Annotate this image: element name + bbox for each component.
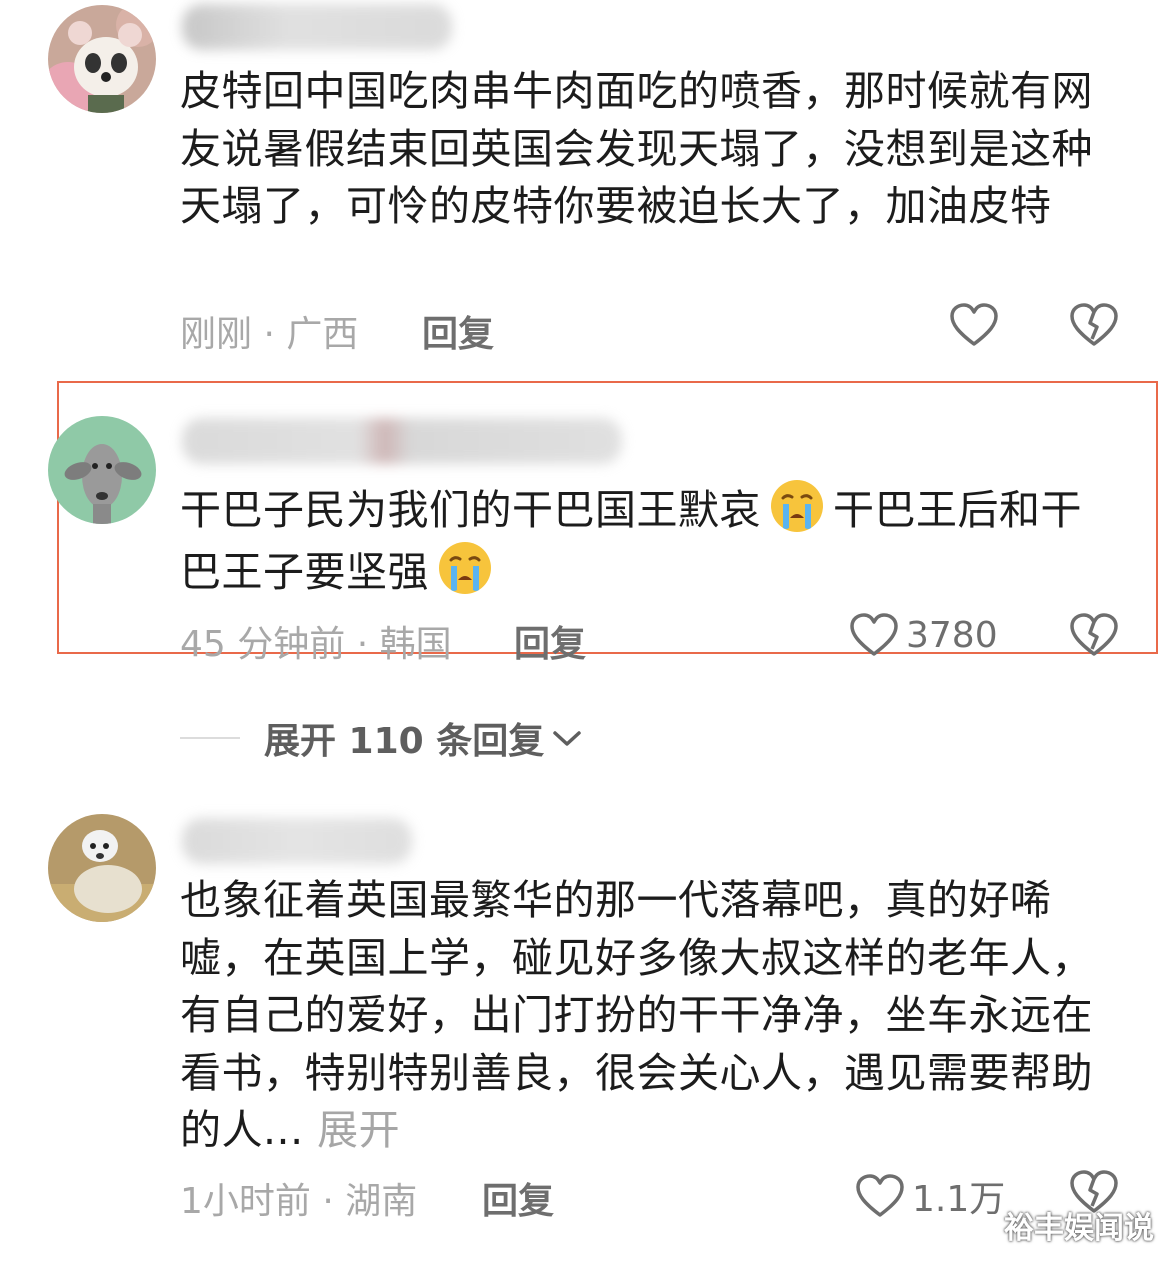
sheep-avatar-icon[interactable] — [48, 814, 156, 922]
like-button[interactable]: 1.1万 — [856, 1170, 1005, 1222]
username-blurred[interactable] — [182, 818, 412, 864]
broken-heart-icon — [1070, 613, 1118, 656]
dislike-button[interactable] — [1070, 303, 1118, 351]
comment-text: 皮特回中国吃肉串牛肉面吃的喷香，那时候就有网友说暑假结束回英国会发现天塌了，没想… — [180, 67, 1093, 230]
username-blurred[interactable] — [182, 4, 452, 50]
crying-face-icon — [771, 480, 823, 532]
dislike-button[interactable] — [1070, 613, 1118, 661]
heart-icon — [856, 1174, 904, 1217]
like-button[interactable] — [950, 303, 998, 347]
comment-text-part1: 干巴子民为我们的干巴国王默哀 — [180, 486, 761, 534]
comment-text: 也象征着英国最繁华的那一代落幕吧，真的好唏嘘，在英国上学，碰见好多像大叔这样的老… — [180, 872, 1100, 1160]
comment-meta: 1小时前 · 湖南 — [180, 1181, 418, 1222]
chevron-down-icon — [553, 731, 581, 746]
expand-text-button[interactable]: 展开 — [317, 1106, 400, 1154]
reply-button[interactable]: 回复 — [422, 305, 494, 357]
broken-heart-icon — [1070, 303, 1118, 346]
watermark-text: 裕丰娱闻说 — [1004, 1211, 1154, 1246]
heart-icon — [850, 613, 898, 656]
crying-face-icon — [439, 541, 491, 594]
expand-replies-label: 展开 110 条回复 — [264, 721, 545, 762]
comment-meta: 刚刚 · 广西 — [180, 314, 359, 355]
panda-avatar-icon[interactable] — [48, 5, 156, 113]
dog-avatar-icon[interactable] — [48, 416, 156, 524]
reply-button[interactable]: 回复 — [514, 615, 586, 667]
comment-meta: 45 分钟前 · 韩国 — [180, 624, 452, 665]
like-count: 3780 — [906, 614, 998, 656]
like-button[interactable]: 3780 — [850, 613, 998, 657]
comment-text: 干巴子民为我们的干巴国王默哀 干巴王后和干巴王子要坚强 — [180, 478, 1100, 601]
expand-replies-button[interactable]: 展开 110 条回复 — [180, 712, 584, 764]
like-count: 1.1万 — [912, 1179, 1006, 1220]
divider-line — [180, 737, 240, 739]
reply-button[interactable]: 回复 — [482, 1172, 554, 1224]
heart-icon — [950, 303, 998, 346]
username-blurred[interactable] — [182, 418, 622, 464]
